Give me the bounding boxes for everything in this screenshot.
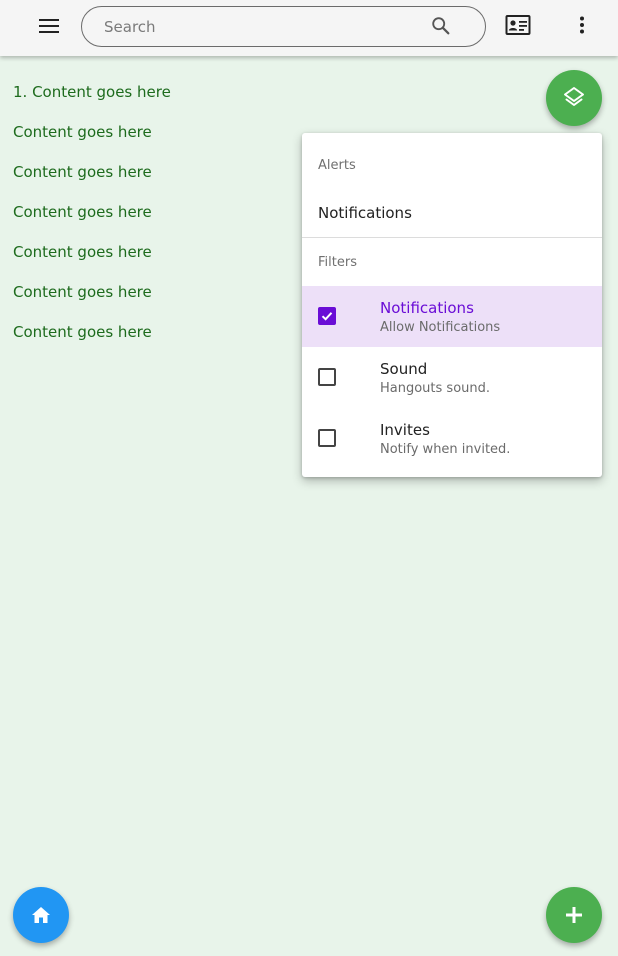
option-subtitle: Notify when invited. bbox=[380, 442, 511, 457]
search-icon bbox=[432, 17, 450, 35]
alerts-section-header: Alerts bbox=[318, 158, 356, 173]
notifications-checkbox[interactable] bbox=[318, 307, 336, 325]
menu-button[interactable] bbox=[25, 2, 73, 50]
contact-card-button[interactable] bbox=[494, 1, 542, 49]
add-icon bbox=[566, 907, 582, 923]
invites-checkbox[interactable] bbox=[318, 429, 336, 447]
content-line: Content goes here bbox=[13, 163, 152, 181]
option-subtitle: Allow Notifications bbox=[380, 320, 501, 335]
layers-fab-button[interactable] bbox=[546, 70, 602, 126]
option-subtitle: Hangouts sound. bbox=[380, 381, 491, 396]
home-icon bbox=[32, 907, 50, 923]
home-fab-button[interactable] bbox=[13, 887, 69, 943]
filter-option-notifications[interactable]: Notifications Allow Notifications bbox=[302, 286, 602, 347]
content-line: Content goes here bbox=[13, 123, 152, 141]
add-fab-button[interactable] bbox=[546, 887, 602, 943]
sound-checkbox[interactable] bbox=[318, 368, 336, 386]
more-vert-icon bbox=[580, 16, 584, 34]
menu-divider bbox=[302, 237, 602, 238]
filter-menu: Alerts Notifications Filters Notificatio… bbox=[302, 133, 602, 477]
contact-card-icon bbox=[505, 15, 531, 35]
filters-section-header: Filters bbox=[318, 255, 357, 270]
option-title: Notifications bbox=[380, 299, 474, 317]
app-bar bbox=[0, 0, 618, 56]
content-line: Content goes here bbox=[13, 323, 152, 341]
search-input[interactable] bbox=[104, 7, 424, 46]
content-line: Content goes here bbox=[13, 203, 152, 221]
content-line: Content goes here bbox=[13, 283, 152, 301]
option-title: Sound bbox=[380, 360, 428, 378]
filter-option-sound[interactable]: Sound Hangouts sound. bbox=[302, 347, 602, 408]
search-button[interactable] bbox=[430, 15, 454, 39]
option-title: Invites bbox=[380, 421, 430, 439]
alerts-notifications-item[interactable]: Notifications bbox=[318, 204, 412, 222]
content-line: 1. Content goes here bbox=[13, 83, 171, 101]
checkmark-icon bbox=[321, 312, 333, 321]
search-bar bbox=[81, 6, 486, 47]
content-line: Content goes here bbox=[13, 243, 152, 261]
filter-option-invites[interactable]: Invites Notify when invited. bbox=[302, 408, 602, 469]
hamburger-menu-icon bbox=[39, 19, 59, 33]
more-options-button[interactable] bbox=[558, 1, 606, 49]
layers-icon bbox=[564, 87, 584, 106]
